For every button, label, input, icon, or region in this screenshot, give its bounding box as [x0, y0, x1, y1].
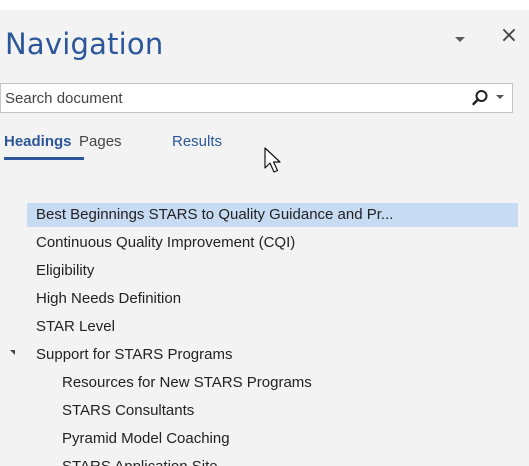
heading-label: STARS Application Site [62, 455, 218, 466]
search-icon[interactable] [471, 89, 489, 107]
close-icon: × [499, 23, 519, 48]
navigation-pane: Navigation × Headings Pages Results Best… [0, 10, 529, 466]
pane-options-button[interactable] [452, 32, 468, 46]
heading-item[interactable]: STAR Level [0, 315, 529, 339]
heading-item[interactable]: STARS Consultants [0, 399, 529, 423]
heading-item[interactable]: High Needs Definition [0, 287, 529, 311]
active-tab-indicator [4, 157, 84, 160]
heading-item[interactable]: Resources for New STARS Programs [0, 371, 529, 395]
heading-label: Pyramid Model Coaching [62, 430, 230, 447]
tab-headings[interactable]: Headings [4, 133, 72, 150]
search-input[interactable] [5, 84, 435, 112]
heading-label: Support for STARS Programs [36, 346, 233, 363]
heading-item[interactable]: STARS Application Site [0, 455, 529, 466]
heading-label: Resources for New STARS Programs [62, 374, 312, 391]
search-options-chevron-icon[interactable] [496, 95, 504, 99]
chevron-down-icon [455, 36, 465, 42]
heading-item[interactable]: Eligibility [0, 259, 529, 283]
tab-results[interactable]: Results [172, 133, 222, 150]
heading-label: Best Beginnings STARS to Quality Guidanc… [36, 206, 394, 223]
heading-label: STARS Consultants [62, 402, 195, 419]
heading-item[interactable]: Pyramid Model Coaching [0, 427, 529, 451]
close-pane-button[interactable]: × [498, 24, 520, 48]
pane-title: Navigation [5, 27, 164, 61]
collapse-triangle-icon[interactable] [10, 350, 15, 355]
tab-pages[interactable]: Pages [79, 133, 122, 150]
heading-label: Continuous Quality Improvement (CQI) [36, 234, 296, 251]
heading-item[interactable]: Continuous Quality Improvement (CQI) [0, 231, 529, 255]
heading-label: STAR Level [36, 318, 115, 335]
pane-header: Navigation × [0, 10, 529, 70]
heading-label: Eligibility [36, 262, 95, 279]
search-box [0, 83, 513, 113]
heading-item[interactable]: Support for STARS Programs [0, 343, 529, 367]
nav-tabs: Headings Pages Results [0, 133, 529, 163]
heading-item[interactable]: Best Beginnings STARS to Quality Guidanc… [0, 203, 529, 227]
heading-label: High Needs Definition [36, 290, 182, 307]
